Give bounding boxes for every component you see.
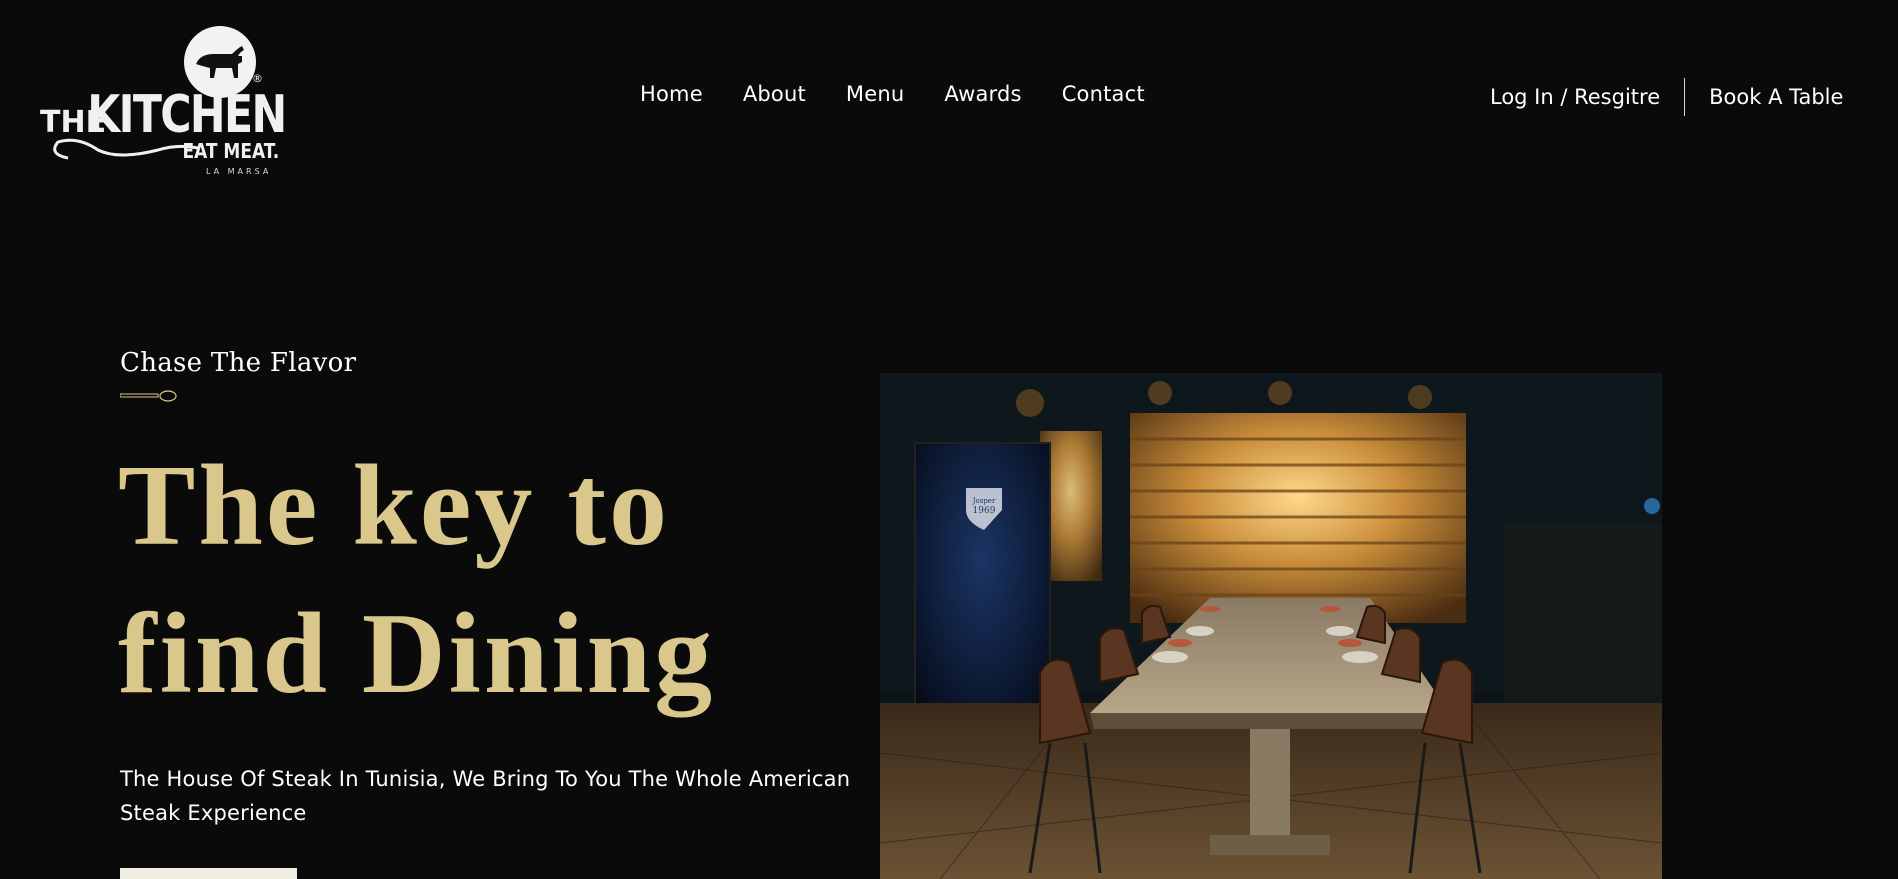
nav-home[interactable]: Home (640, 82, 703, 106)
spoon-icon (120, 390, 177, 402)
logo-text-location: LA MARSA (206, 167, 271, 176)
brand-logo[interactable]: ® THE KITCHEN EAT MEAT. LA MARSA (38, 18, 308, 178)
nav-about[interactable]: About (743, 82, 806, 106)
nav-contact[interactable]: Contact (1062, 82, 1145, 106)
josper-sign: Josper (972, 497, 996, 505)
hero-subtitle: The House Of Steak In Tunisia, We Bring … (120, 767, 851, 825)
login-register-link[interactable]: Log In / Resgitre (1490, 85, 1660, 109)
logo-text-kitchen: KITCHEN (87, 85, 285, 145)
logo-text-eatmeat: EAT MEAT. (183, 141, 280, 164)
hero-cta-button[interactable] (120, 868, 297, 879)
nav-awards[interactable]: Awards (944, 82, 1021, 106)
book-table-link[interactable]: Book A Table (1709, 85, 1843, 109)
hero-headline: The key to find Dining (118, 442, 716, 718)
nav-menu[interactable]: Menu (846, 82, 904, 106)
header-divider (1684, 78, 1686, 116)
logo-registered: ® (252, 72, 263, 85)
year-sign: 1969 (973, 506, 996, 516)
page: ® THE KITCHEN EAT MEAT. LA MARSA Home Ab… (0, 0, 1898, 879)
main-nav: Home About Menu Awards Contact (640, 82, 1145, 106)
header-actions: Log In / Resgitre Book A Table (1490, 78, 1843, 116)
hero-eyebrow: Chase The Flavor (120, 348, 357, 378)
hero-image: Josper 1969 (880, 373, 1662, 879)
